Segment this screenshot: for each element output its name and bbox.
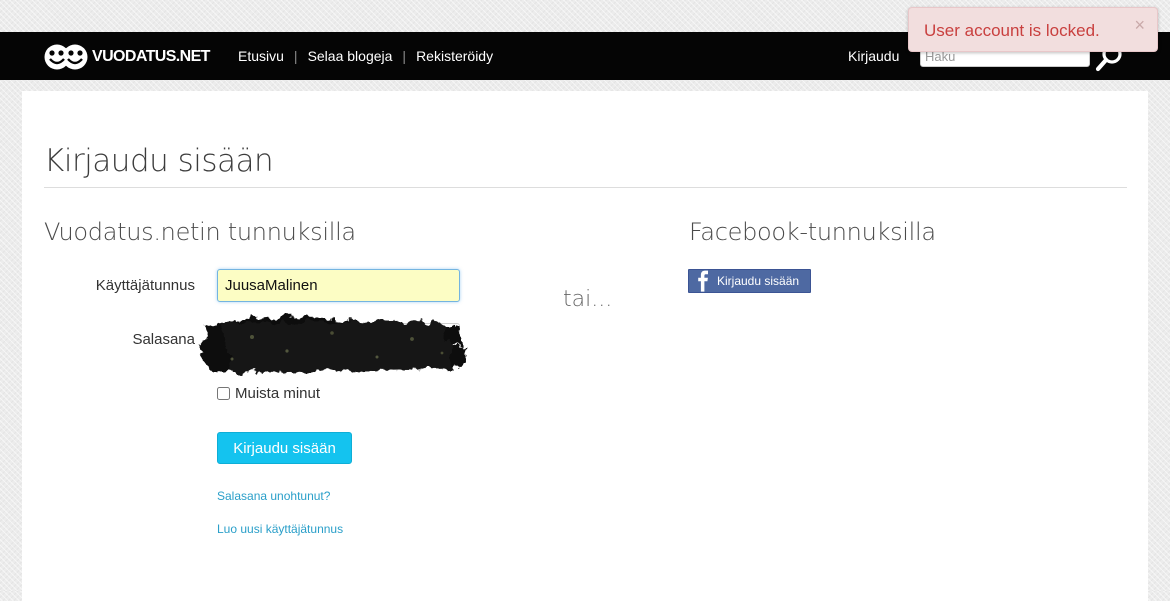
facebook-icon [698,270,708,292]
brand-name: VUODATUS.NET [92,48,210,65]
error-alert: User account is locked. × [908,7,1158,52]
remember-me-label: Muista minut [235,385,321,402]
nav-links: Etusivu | Selaa blogeja | Rekisteröidy [238,48,493,64]
site-logo[interactable]: VUODATUS.NET [44,42,210,72]
forgot-password-link[interactable]: Salasana unohtunut? [217,489,330,503]
title-divider [44,187,1127,188]
alert-message: User account is locked. [924,21,1100,40]
remember-me-checkbox[interactable] [217,387,230,400]
redaction-scribble [200,317,468,373]
login-panel: Kirjaudu sisään Vuodatus.netin tunnuksil… [22,91,1148,601]
facebook-login-label: Kirjaudu sisään [717,274,800,288]
nav-link-selaa-blogeja[interactable]: Selaa blogeja [308,48,393,64]
alert-close-icon[interactable]: × [1134,16,1145,34]
nav-login-link[interactable]: Kirjaudu [848,48,899,64]
username-label: Käyttäjätunnus [95,277,195,294]
nav-link-rekisteroidy[interactable]: Rekisteröidy [416,48,493,64]
logo-faces-icon [44,44,88,70]
login-submit-button[interactable]: Kirjaudu sisään [217,432,352,464]
facebook-login-button[interactable]: Kirjaudu sisään [688,269,811,293]
username-field[interactable] [217,269,460,302]
or-divider-text: tai... [563,287,613,312]
nav-separator: | [293,48,298,64]
page-title: Kirjaudu sisään [44,143,274,179]
local-login-heading: Vuodatus.netin tunnuksilla [44,218,356,246]
facebook-login-heading: Facebook-tunnuksilla [689,218,936,246]
password-label: Salasana [132,331,195,348]
create-account-link[interactable]: Luo uusi käyttäjätunnus [217,522,343,536]
nav-link-etusivu[interactable]: Etusivu [238,48,284,64]
nav-separator: | [402,48,407,64]
remember-me[interactable]: Muista minut [217,385,320,402]
